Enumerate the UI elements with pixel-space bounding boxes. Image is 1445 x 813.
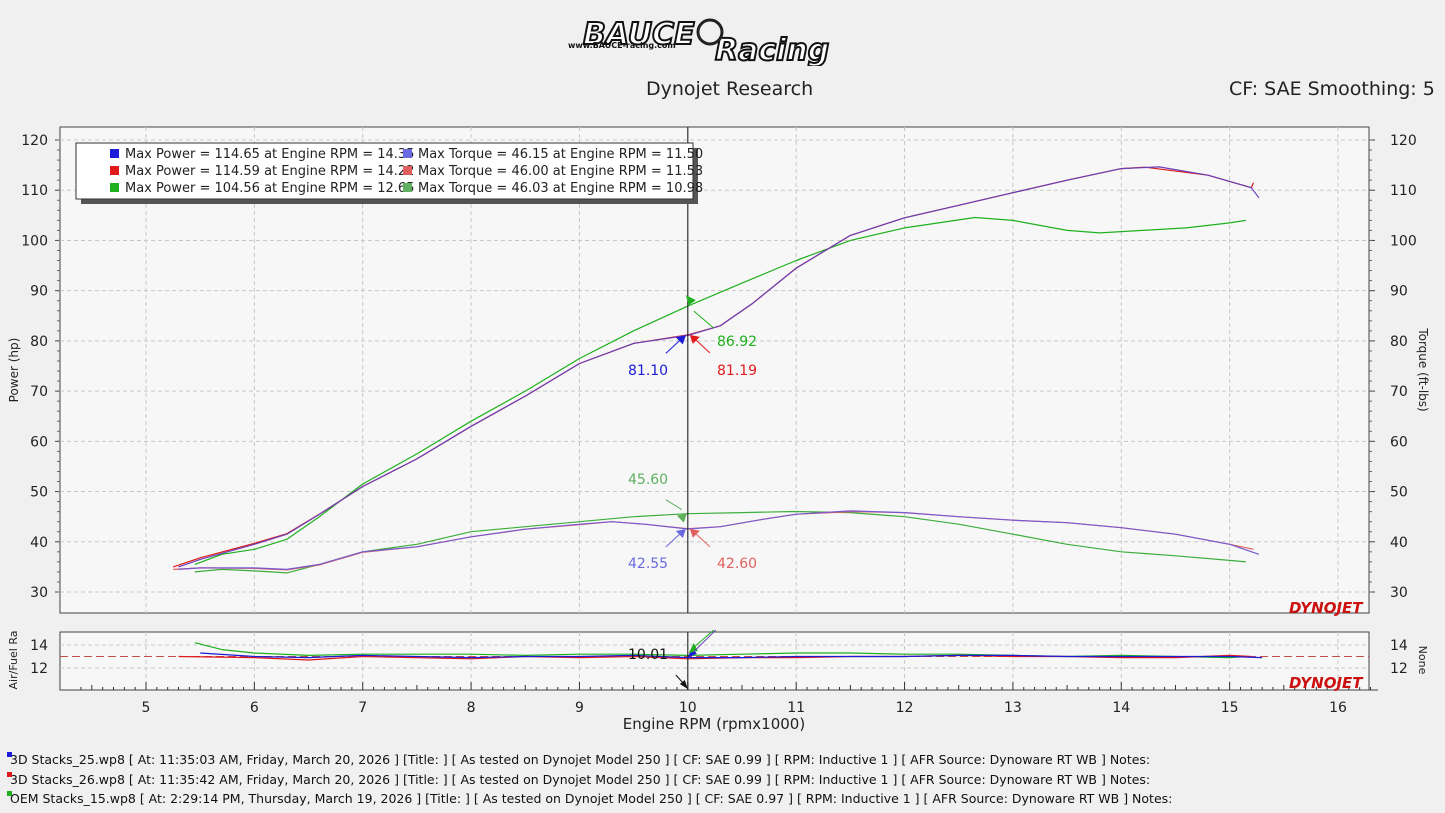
cursor-value-afr: 10.01 xyxy=(628,647,668,663)
y-tick-label: 70 xyxy=(30,384,48,400)
y2-tick-label: 120 xyxy=(1390,133,1417,149)
y2-tick-label: 80 xyxy=(1390,334,1408,350)
cursor-value-power-run3: 86.92 xyxy=(717,334,757,350)
y-tick-label: 60 xyxy=(30,434,48,450)
legend-power-entry: Max Power = 114.59 at Engine RPM = 14.22 xyxy=(125,164,414,179)
legend-swatch-power xyxy=(110,149,119,158)
y2-tick-label: 30 xyxy=(1390,585,1408,601)
afr-y2-tick-label: 14 xyxy=(1390,638,1408,654)
run-info-line: 3D Stacks_26.wp8 [ At: 11:35:42 AM, Frid… xyxy=(7,772,1151,787)
cursor-value-torque-run2: 42.60 xyxy=(717,556,757,572)
y2-axis-title: Torque (ft-lbs) xyxy=(1416,327,1430,411)
cursor-value-torque-run1: 42.55 xyxy=(628,556,668,572)
x-tick-label: 5 xyxy=(142,700,151,716)
x-tick-label: 13 xyxy=(1004,700,1022,716)
x-tick-label: 9 xyxy=(575,700,584,716)
afr-y-axis-title: Air/Fuel Ra xyxy=(7,631,20,690)
x-tick-label: 11 xyxy=(787,700,805,716)
run-info-text: 3D Stacks_25.wp8 [ At: 11:35:03 AM, Frid… xyxy=(10,752,1151,767)
x-tick-label: 10 xyxy=(679,700,697,716)
cursor-value-torque-run3: 45.60 xyxy=(628,472,668,488)
dynojet-logo: DYNOJET xyxy=(1289,674,1364,692)
y-tick-label: 30 xyxy=(30,585,48,601)
legend-power-entry: Max Power = 114.65 at Engine RPM = 14.35 xyxy=(125,147,414,162)
y2-tick-label: 60 xyxy=(1390,434,1408,450)
y-tick-label: 120 xyxy=(21,133,48,149)
run-info-text: OEM Stacks_15.wp8 [ At: 2:29:14 PM, Thur… xyxy=(10,791,1173,806)
afr-y-tick-label: 12 xyxy=(30,661,48,677)
afr-y-tick-label: 14 xyxy=(30,638,48,654)
y-axis-title: Power (hp) xyxy=(7,338,21,403)
y2-tick-label: 50 xyxy=(1390,485,1408,501)
y2-tick-label: 90 xyxy=(1390,284,1408,300)
x-tick-label: 12 xyxy=(896,700,914,716)
legend-swatch-torque xyxy=(403,149,412,158)
legend-torque-entry: Max Torque = 46.15 at Engine RPM = 11.50 xyxy=(418,147,703,162)
x-axis-title: Engine RPM (rpmx1000) xyxy=(623,715,805,733)
y-tick-label: 90 xyxy=(30,284,48,300)
legend-swatch-power xyxy=(110,183,119,192)
y-tick-label: 50 xyxy=(30,485,48,501)
afr-plot-area xyxy=(59,631,1370,691)
legend-swatch-torque xyxy=(403,183,412,192)
y-tick-label: 80 xyxy=(30,334,48,350)
afr-y2-tick-label: 12 xyxy=(1390,661,1408,677)
cursor-value-power-run2: 81.19 xyxy=(717,363,757,379)
x-tick-label: 16 xyxy=(1329,700,1347,716)
y-tick-label: 110 xyxy=(21,183,48,199)
legend-torque-entry: Max Torque = 46.03 at Engine RPM = 10.98 xyxy=(418,181,703,196)
legend-torque-entry: Max Torque = 46.00 at Engine RPM = 11.53 xyxy=(418,164,703,179)
y2-tick-label: 70 xyxy=(1390,384,1408,400)
run-info-text: 3D Stacks_26.wp8 [ At: 11:35:42 AM, Frid… xyxy=(10,772,1151,787)
x-tick-label: 14 xyxy=(1112,700,1130,716)
x-tick-label: 6 xyxy=(250,700,259,716)
run-color-marker xyxy=(7,791,12,796)
dyno-chart: 30 30 40 40 50 50 60 60 70 70 80 80 90 90 100 100 110 110… xyxy=(7,126,1430,733)
run-color-marker xyxy=(7,752,12,757)
run-info-line: OEM Stacks_15.wp8 [ At: 2:29:14 PM, Thur… xyxy=(7,791,1173,806)
cursor-value-power-run1: 81.10 xyxy=(628,363,668,379)
y2-tick-label: 100 xyxy=(1390,233,1417,249)
x-tick-label: 7 xyxy=(358,700,367,716)
y-tick-label: 100 xyxy=(21,233,48,249)
afr-y2-axis-title: None xyxy=(1416,646,1429,675)
y2-tick-label: 40 xyxy=(1390,535,1408,551)
x-tick-label: 15 xyxy=(1221,700,1239,716)
y-tick-label: 40 xyxy=(30,535,48,551)
y2-tick-label: 110 xyxy=(1390,183,1417,199)
run-color-marker xyxy=(7,772,12,777)
legend-swatch-power xyxy=(110,166,119,175)
x-tick-label: 8 xyxy=(467,700,476,716)
run-info-line: 3D Stacks_25.wp8 [ At: 11:35:03 AM, Frid… xyxy=(7,752,1151,767)
legend-swatch-torque xyxy=(403,166,412,175)
legend-power-entry: Max Power = 104.56 at Engine RPM = 12.65 xyxy=(125,181,414,196)
dynojet-logo: DYNOJET xyxy=(1289,599,1364,617)
